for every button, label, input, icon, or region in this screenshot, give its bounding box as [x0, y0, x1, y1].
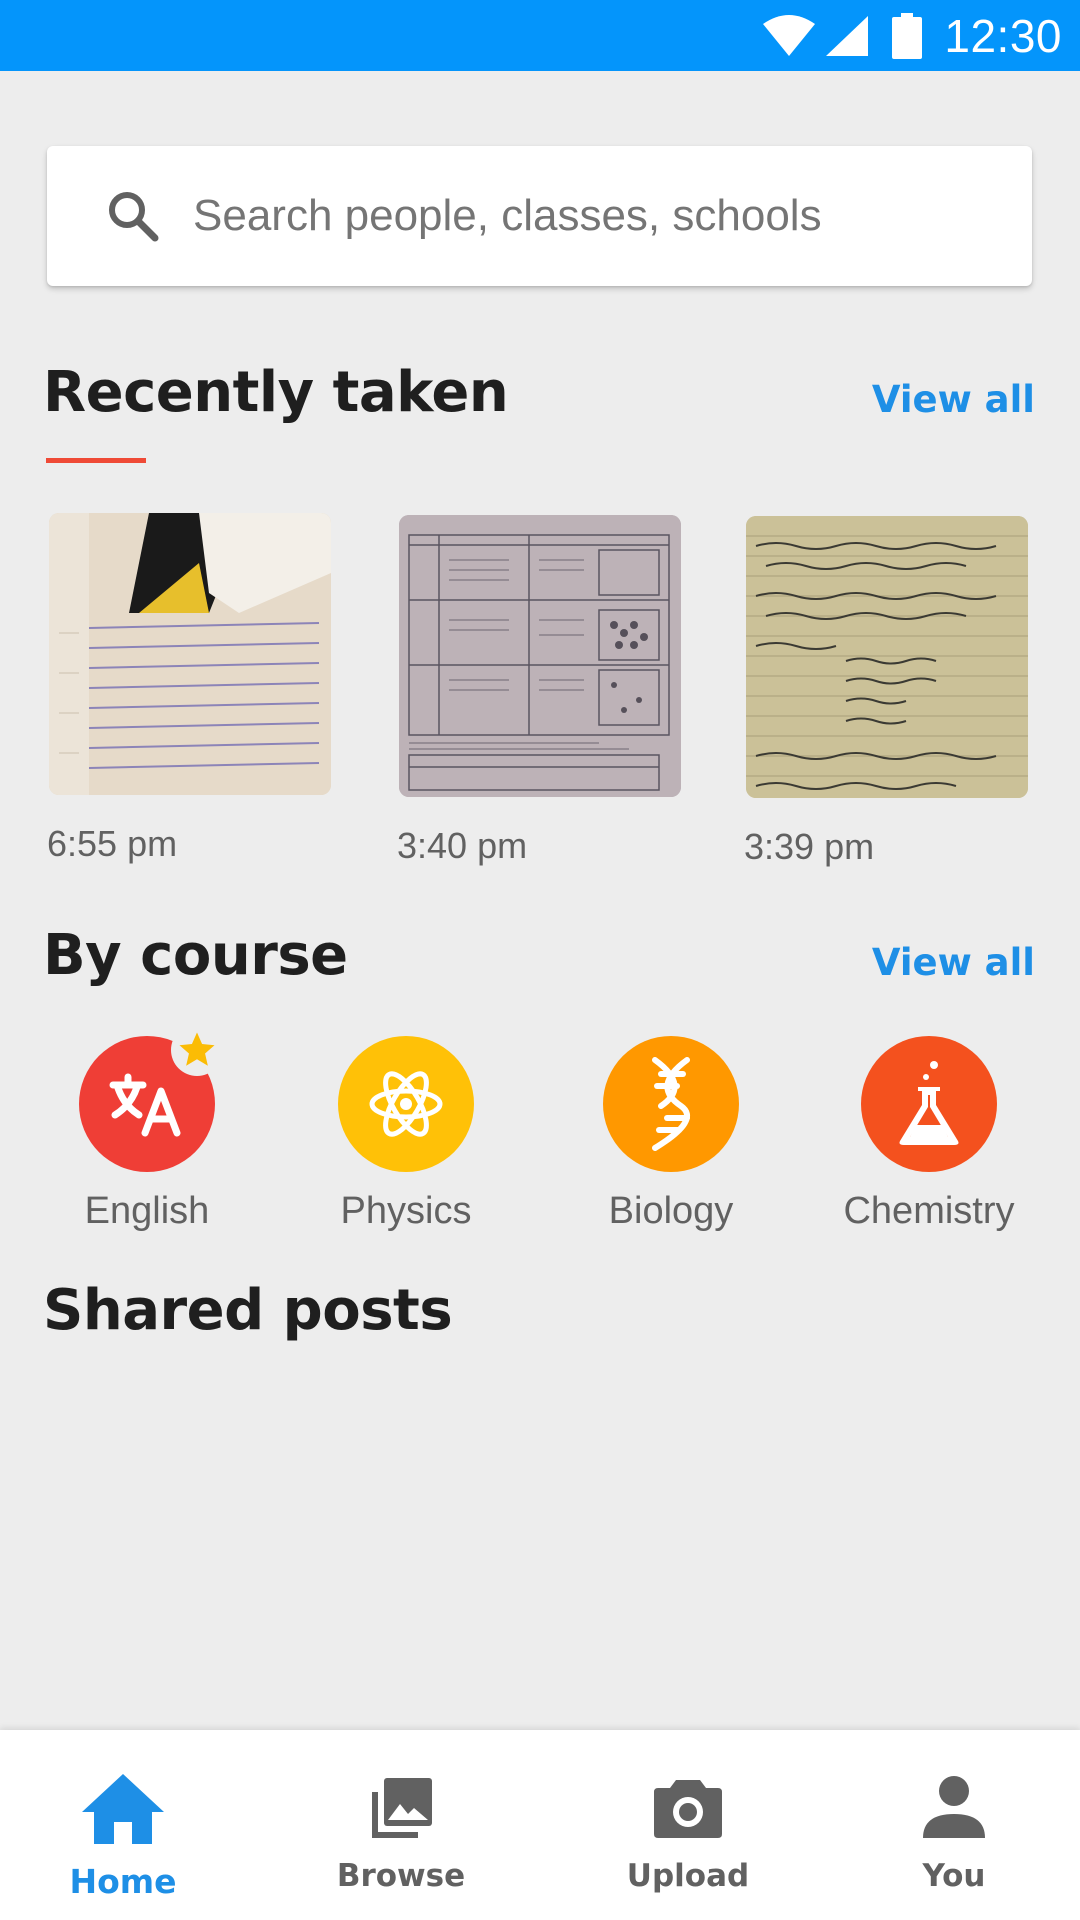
recent-photo-thumbnail[interactable] [399, 515, 681, 797]
flask-icon [899, 1061, 959, 1145]
nav-label: Home [69, 1862, 177, 1901]
battery-icon [892, 12, 923, 59]
recent-photo-time: 6:55 pm [47, 823, 178, 864]
recent-photo-time: 3:39 pm [744, 826, 875, 867]
star-icon [179, 1032, 215, 1066]
nav-label: Browse [336, 1858, 466, 1894]
nav-you[interactable]: You [854, 1730, 1054, 1920]
bottom-navigation: Home Browse Upload You [0, 1730, 1080, 1920]
nav-label: Upload [626, 1858, 750, 1894]
course-physics[interactable]: Physics [306, 1036, 506, 1233]
search-icon[interactable] [103, 186, 163, 246]
nav-browse[interactable]: Browse [301, 1730, 501, 1920]
course-chemistry-circle[interactable] [861, 1036, 997, 1172]
photo-library-icon [372, 1778, 432, 1838]
search-input[interactable] [193, 176, 953, 256]
course-label: English [84, 1190, 210, 1232]
course-biology[interactable]: Biology [571, 1036, 771, 1233]
course-english[interactable]: English [47, 1024, 247, 1233]
home-icon [82, 1774, 164, 1844]
recently-taken-title: Recently taken [43, 360, 509, 425]
by-course-view-all-link[interactable]: View all [872, 941, 1035, 984]
course-label: Physics [340, 1190, 472, 1232]
worksheet-photo-image [399, 515, 681, 797]
recent-photo-thumbnail[interactable] [746, 516, 1028, 798]
atom-icon [369, 1071, 443, 1137]
status-icons: 12:30 [762, 0, 1062, 71]
course-physics-circle[interactable] [338, 1036, 474, 1172]
home-screen: 12:30 Recently taken View all [0, 0, 1080, 1920]
course-biology-circle[interactable] [603, 1036, 739, 1172]
status-time: 12:30 [944, 9, 1062, 62]
translate-icon [109, 1073, 181, 1137]
course-label: Biology [608, 1190, 734, 1232]
by-course-title: By course [43, 923, 348, 988]
course-label: Chemistry [843, 1190, 1015, 1232]
nav-home[interactable]: Home [23, 1730, 223, 1920]
starred-badge [171, 1024, 223, 1076]
nav-upload[interactable]: Upload [588, 1730, 788, 1920]
nav-label: You [922, 1858, 986, 1894]
recently-taken-view-all-link[interactable]: View all [872, 378, 1035, 421]
section-underline [46, 458, 146, 463]
cellular-signal-icon [826, 15, 869, 56]
wifi-icon [763, 14, 816, 56]
person-icon [923, 1776, 985, 1838]
camera-icon [654, 1780, 722, 1838]
recent-photo-time: 3:40 pm [397, 825, 528, 866]
course-chemistry[interactable]: Chemistry [829, 1036, 1029, 1233]
course-english-circle[interactable] [79, 1024, 223, 1172]
notes-photo-image [746, 516, 1028, 798]
dna-icon [652, 1057, 690, 1151]
shared-posts-title: Shared posts [43, 1278, 453, 1343]
status-bar: 12:30 [0, 0, 1080, 71]
search-bar[interactable] [47, 146, 1032, 286]
recent-photo-thumbnail[interactable] [49, 513, 331, 795]
notebook-photo-image [49, 513, 331, 795]
